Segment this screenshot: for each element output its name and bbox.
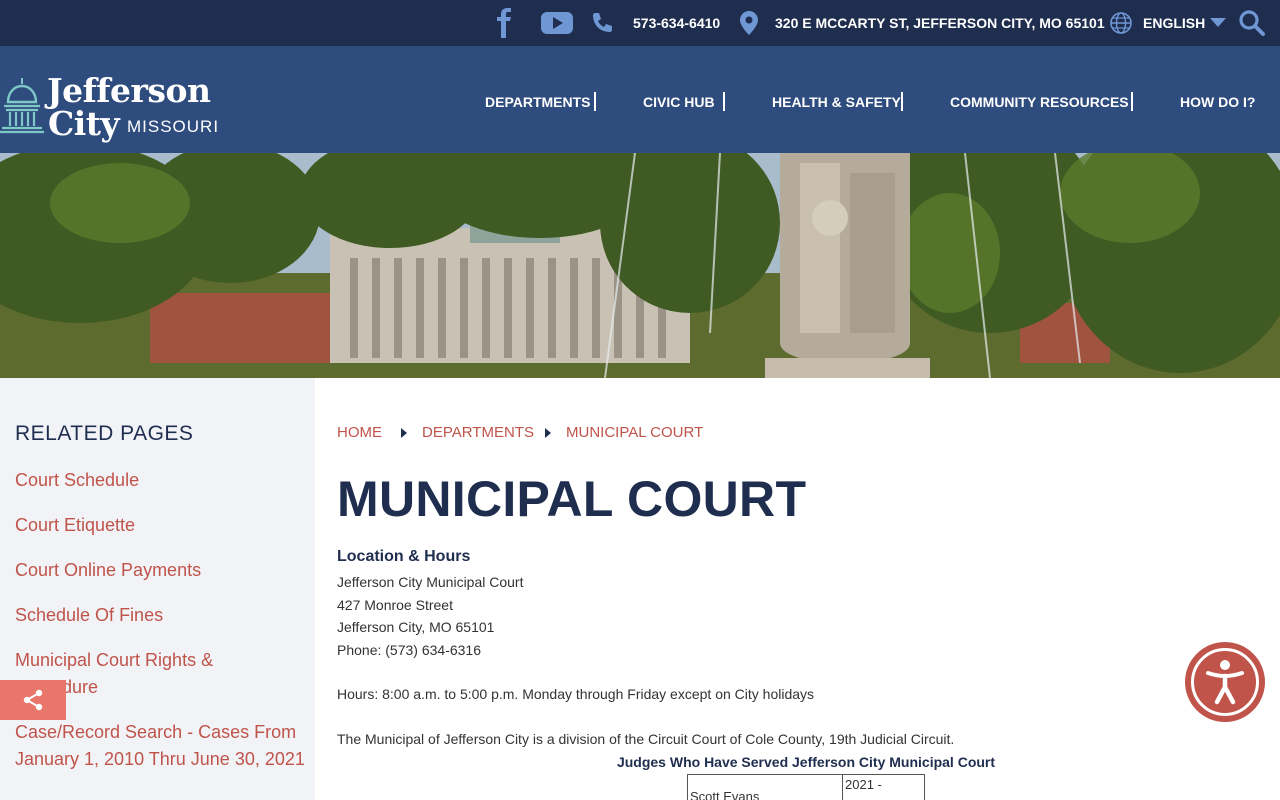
division-text: The Municipal of Jefferson City is a div…	[337, 731, 955, 747]
judge-years: 2021 -	[842, 774, 925, 800]
chevron-down-icon	[1210, 18, 1227, 28]
judges-table: Scott Evans 2021 -	[687, 774, 925, 800]
hero-image	[0, 153, 1280, 378]
sidebar-item-court-etiquette[interactable]: Court Etiquette	[15, 512, 305, 539]
nav-how-do-i[interactable]: HOW DO I?	[1180, 92, 1255, 112]
language-label: ENGLISH	[1143, 15, 1206, 31]
search-icon[interactable]	[1238, 0, 1266, 46]
accessibility-button[interactable]	[1185, 642, 1265, 722]
hours-text: Hours: 8:00 a.m. to 5:00 p.m. Monday thr…	[337, 686, 815, 702]
site-logo[interactable]: Jefferson City MISSOURI	[0, 68, 220, 143]
chevron-right-icon	[545, 428, 551, 438]
capitol-icon	[0, 78, 44, 134]
sidebar-heading: RELATED PAGES	[15, 422, 194, 445]
language-select[interactable]: ENGLISH	[1143, 0, 1227, 46]
address-line: Jefferson City Municipal Court	[337, 574, 524, 590]
youtube-icon[interactable]	[541, 0, 573, 46]
accessibility-icon	[1191, 648, 1259, 716]
nav-divider	[901, 92, 903, 111]
section-heading: Location & Hours	[337, 548, 471, 565]
judge-name: Scott Evans	[687, 774, 843, 800]
share-icon	[23, 689, 43, 711]
share-button[interactable]	[0, 680, 66, 720]
sidebar-item-court-schedule[interactable]: Court Schedule	[15, 467, 305, 494]
related-pages-sidebar: RELATED PAGES Court Schedule Court Etiqu…	[0, 378, 315, 800]
phone-link[interactable]: 573-634-6410	[633, 0, 720, 46]
main-navigation: Jefferson City MISSOURI DEPARTMENTS CIVI…	[0, 46, 1280, 153]
page-title: MUNICIPAL COURT	[337, 471, 807, 527]
chevron-right-icon	[401, 428, 407, 438]
phone-icon	[590, 0, 614, 46]
address-line: Jefferson City, MO 65101	[337, 619, 495, 635]
facebook-icon[interactable]	[494, 0, 514, 46]
logo-word-3: MISSOURI	[127, 117, 220, 136]
utility-bar: 573-634-6410 320 E MCCARTY ST, JEFFERSON…	[0, 0, 1280, 46]
sidebar-item-case-record-search[interactable]: Case/Record Search - Cases From January …	[15, 719, 305, 773]
globe-icon	[1110, 0, 1132, 46]
nav-civic-hub[interactable]: CIVIC HUB	[643, 92, 715, 112]
breadcrumb-departments[interactable]: DEPARTMENTS	[422, 424, 534, 441]
sidebar-item-court-online-payments[interactable]: Court Online Payments	[15, 557, 305, 584]
nav-departments[interactable]: DEPARTMENTS	[485, 92, 591, 112]
breadcrumb-home[interactable]: HOME	[337, 424, 382, 441]
nav-community-resources[interactable]: COMMUNITY RESOURCES	[950, 92, 1129, 112]
breadcrumb-current: MUNICIPAL COURT	[566, 424, 704, 441]
nav-divider	[723, 92, 725, 111]
nav-divider	[1131, 92, 1133, 111]
address-line: 427 Monroe Street	[337, 597, 453, 613]
nav-divider	[594, 92, 596, 111]
address-link[interactable]: 320 E MCCARTY ST, JEFFERSON CITY, MO 651…	[775, 0, 1105, 46]
location-icon	[740, 0, 758, 46]
phone-line: Phone: (573) 634-6316	[337, 642, 481, 658]
judges-table-title: Judges Who Have Served Jefferson City Mu…	[616, 754, 996, 770]
logo-word-2: City	[48, 104, 120, 143]
sidebar-item-schedule-of-fines[interactable]: Schedule Of Fines	[15, 602, 305, 629]
nav-health-safety[interactable]: HEALTH & SAFETY	[772, 92, 901, 112]
table-row: Scott Evans 2021 -	[687, 774, 925, 800]
